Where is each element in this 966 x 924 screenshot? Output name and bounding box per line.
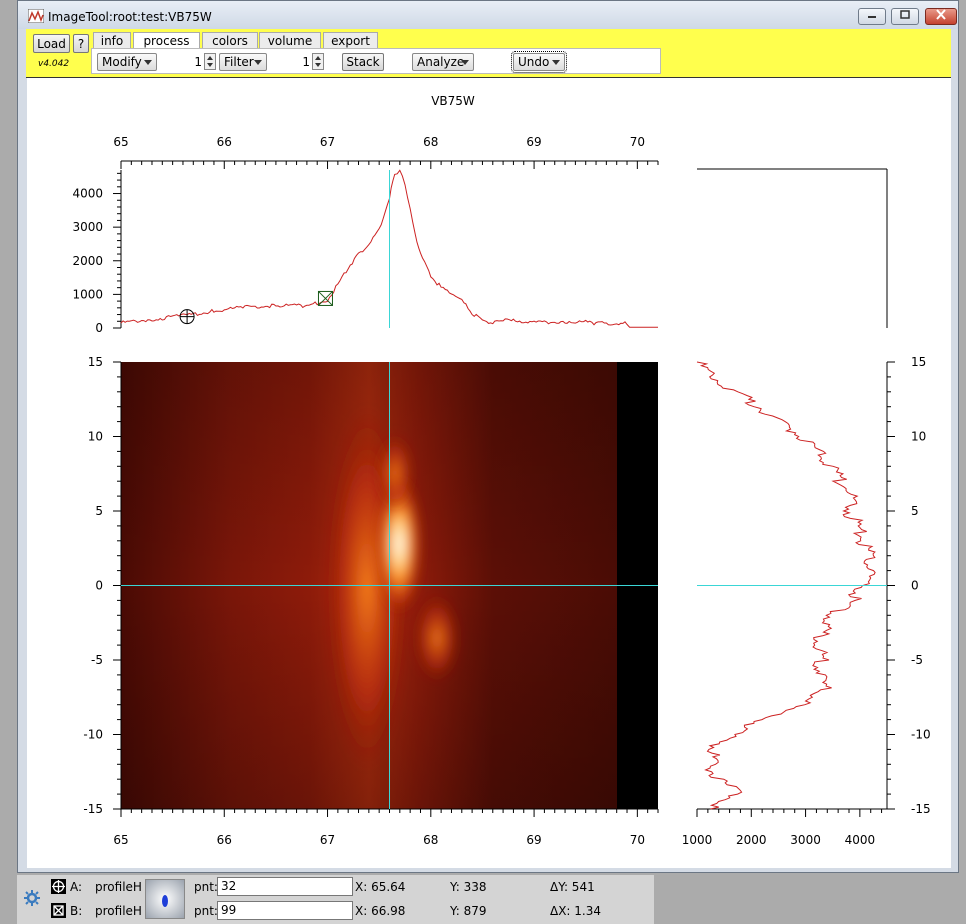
side-x-tick-label: 2000: [736, 833, 767, 847]
analyze-popup[interactable]: Analyze: [412, 53, 474, 71]
modify-label: Modify: [102, 55, 142, 69]
side-x-tick-label: 1000: [682, 833, 713, 847]
plot-area: VB75W 65 66 67 68 69 70 65 66 67 68 69 70 0 1000 2000 3…: [27, 78, 951, 868]
top-x-tick-label: 68: [423, 135, 438, 149]
modify-popup[interactable]: Modify: [97, 53, 157, 71]
top-y-tick-label: 1000: [72, 287, 103, 301]
bottom-x-tick-label: 68: [423, 833, 438, 847]
tab-export[interactable]: export: [323, 32, 378, 49]
top-x-tick-label: 65: [113, 135, 128, 149]
side-y-tick-label: -15: [911, 802, 931, 816]
bottom-x-tick-label: 66: [217, 833, 232, 847]
cursor-a-y: Y: 338: [450, 880, 487, 894]
chevron-down-icon: [144, 60, 152, 65]
top-x-tick-label: 70: [630, 135, 645, 149]
app-icon: [28, 9, 44, 23]
filter-label: Filter: [224, 55, 254, 69]
image-y-tick-label: 5: [95, 504, 103, 518]
stack-button[interactable]: Stack: [342, 53, 384, 71]
title-bar[interactable]: ImageTool:root:test:VB75W: [18, 1, 958, 29]
analyze-label: Analyze: [417, 55, 465, 69]
stack-count-value: 1: [302, 55, 310, 69]
filter-popup[interactable]: Filter: [219, 53, 267, 71]
stepper-arrows-icon[interactable]: [204, 53, 216, 70]
plot-title: VB75W: [431, 94, 475, 108]
image-y-tick-label: -10: [83, 728, 103, 742]
version-label: v4.042: [38, 59, 70, 69]
side-x-tick-label: 3000: [790, 833, 821, 847]
stack-count-stepper[interactable]: 1: [296, 53, 326, 71]
image-tool-plot[interactable]: VB75W 65 66 67 68 69 7065 66 67 68 69 700100020003…: [27, 78, 951, 868]
side-y-tick-label: 15: [911, 355, 926, 369]
chevron-down-icon: [461, 60, 469, 65]
toolbar: Load ? v4.042 info process colors volume…: [26, 29, 951, 78]
wave-preview-button[interactable]: [145, 879, 185, 919]
top-x-tick-label: 67: [320, 135, 335, 149]
load-button[interactable]: Load: [33, 34, 70, 53]
minimize-icon: [868, 16, 876, 18]
image-y-tick-label: 15: [88, 355, 103, 369]
image-y-tick-label: -15: [83, 802, 103, 816]
tab-volume[interactable]: volume: [259, 32, 321, 49]
cursor-b-wave: profileH: [95, 904, 142, 918]
tab-colors[interactable]: colors: [202, 32, 258, 49]
maximize-button[interactable]: [891, 8, 919, 25]
cursor-a-pnt-field[interactable]: 32: [217, 877, 353, 896]
cursor-b-y: Y: 879: [450, 904, 487, 918]
side-y-tick-label: -5: [911, 653, 923, 667]
stepper-arrows-icon[interactable]: [312, 53, 324, 70]
cursor-a-label: A:: [70, 880, 83, 894]
cursor-info-bar: A: profileH pnt: 32 X: 65.64 Y: 338 ΔY: …: [17, 875, 654, 924]
delta-x: ΔX: 1.34: [550, 904, 602, 918]
cursor-a-pnt-label: pnt:: [194, 880, 218, 894]
side-y-tick-label: 10: [911, 430, 926, 444]
image-tool-window: ImageTool:root:test:VB75W Load ? v4.042 …: [17, 0, 959, 873]
close-icon: [936, 9, 946, 20]
cursor-b-pnt-field[interactable]: 99: [217, 901, 353, 920]
chevron-down-icon: [552, 60, 560, 65]
bottom-x-tick-label: 70: [630, 833, 645, 847]
undo-popup[interactable]: Undo: [511, 51, 567, 73]
top-x-tick-label: 69: [526, 135, 541, 149]
top-y-tick-label: 4000: [72, 187, 103, 201]
cursor-b-icon[interactable]: [51, 903, 66, 918]
bottom-x-tick-label: 67: [320, 833, 335, 847]
tab-info[interactable]: info: [93, 32, 131, 49]
top-y-tick-label: 2000: [72, 254, 103, 268]
cursor-a-x: X: 65.64: [355, 880, 406, 894]
top-y-tick-label: 0: [95, 321, 103, 335]
bottom-x-tick-label: 65: [113, 833, 128, 847]
side-y-tick-label: 5: [911, 504, 919, 518]
chevron-down-icon: [254, 60, 262, 65]
delta-y: ΔY: 541: [550, 880, 595, 894]
maximize-icon: [900, 10, 910, 19]
close-button[interactable]: [925, 8, 957, 25]
filter-count-stepper[interactable]: 1: [188, 53, 218, 71]
minimize-button[interactable]: [858, 8, 886, 25]
side-x-tick-label: 4000: [845, 833, 876, 847]
side-y-tick-label: -10: [911, 728, 931, 742]
image-y-tick-label: 10: [88, 430, 103, 444]
cursor-b-label: B:: [70, 904, 83, 918]
side-y-tick-label: 0: [911, 579, 919, 593]
top-y-tick-label: 3000: [72, 220, 103, 234]
image-y-tick-label: 0: [95, 579, 103, 593]
cursor-a-wave: profileH: [95, 880, 142, 894]
cursor-b-x: X: 66.98: [355, 904, 406, 918]
cursor-b-pnt-label: pnt:: [194, 904, 218, 918]
cursor-a-icon[interactable]: [51, 879, 66, 894]
process-panel: Modify 1 Filter 1 Stack Analyze Undo: [91, 48, 661, 74]
image-y-tick-label: -5: [91, 653, 103, 667]
window-title: ImageTool:root:test:VB75W: [48, 10, 212, 24]
bottom-x-tick-label: 69: [526, 833, 541, 847]
gear-icon[interactable]: [24, 890, 40, 906]
filter-count-value: 1: [194, 55, 202, 69]
top-x-tick-label: 66: [217, 135, 232, 149]
ellipse-icon: [162, 895, 168, 907]
help-button[interactable]: ?: [73, 34, 89, 53]
undo-label: Undo: [518, 55, 550, 69]
